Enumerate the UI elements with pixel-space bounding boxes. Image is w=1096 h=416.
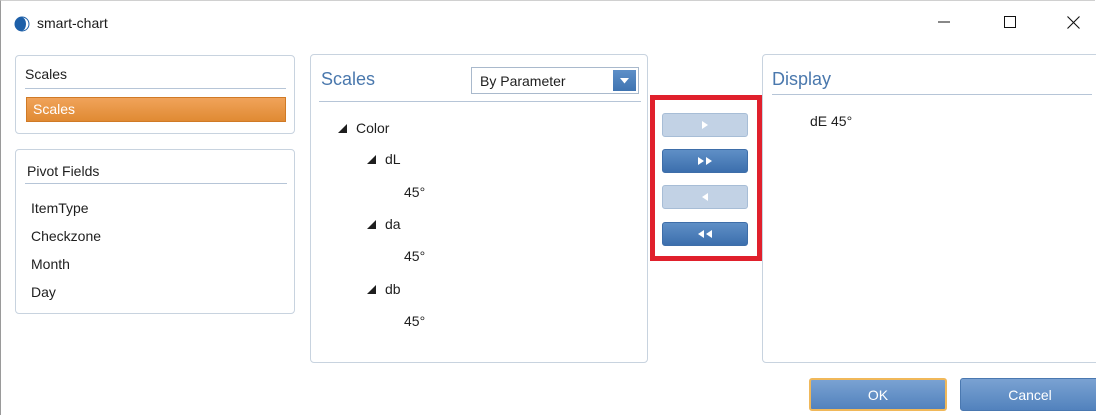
tree-node-label: da xyxy=(385,216,401,232)
scales-tree-panel: Scales By Parameter Color dL 45° da 45° … xyxy=(310,54,648,363)
tree-leaf-label: 45° xyxy=(404,313,426,329)
pivot-fields-heading: Pivot Fields xyxy=(27,163,100,179)
dropdown-toggle[interactable] xyxy=(613,70,636,91)
scales-panel-title: Scales xyxy=(321,69,376,89)
expanded-triangle-icon xyxy=(367,154,376,164)
scales-category-item-selected[interactable]: Scales xyxy=(26,97,286,122)
group-by-dropdown[interactable]: By Parameter xyxy=(471,67,639,94)
cancel-button[interactable]: Cancel xyxy=(960,378,1096,411)
minimize-icon xyxy=(938,21,950,23)
pivot-field-item[interactable]: Day xyxy=(31,282,101,310)
tree-leaf-label: 45° xyxy=(404,248,426,264)
display-list-item[interactable]: dE 45° xyxy=(810,113,852,129)
divider xyxy=(25,88,286,89)
pivot-fields-panel: Pivot Fields ItemType Checkzone Month Da… xyxy=(15,149,295,314)
tree-leaf-da-45[interactable]: 45° xyxy=(404,248,425,264)
divider xyxy=(319,101,641,102)
pivot-fields-list: ItemType Checkzone Month Day xyxy=(31,198,101,310)
chevron-down-icon xyxy=(620,77,629,83)
minimize-button[interactable] xyxy=(921,0,967,44)
maximize-icon xyxy=(1004,16,1016,28)
maximize-button[interactable] xyxy=(987,0,1033,44)
title-bar: smart-chart xyxy=(0,0,1096,44)
tree-node-label: db xyxy=(385,281,401,297)
highlight-annotation xyxy=(650,95,762,261)
scales-category-heading: Scales xyxy=(25,66,68,82)
tree-node-color[interactable]: Color xyxy=(338,120,389,136)
tree-node-label: dL xyxy=(385,151,401,167)
display-panel-title: Display xyxy=(772,69,832,89)
expanded-triangle-icon xyxy=(367,284,376,294)
tree-leaf-db-45[interactable]: 45° xyxy=(404,313,425,329)
window-title: smart-chart xyxy=(37,15,108,31)
ok-button[interactable]: OK xyxy=(809,378,947,411)
scales-category-panel: Scales Scales xyxy=(15,55,295,134)
close-icon xyxy=(1066,15,1080,29)
tree-node-db[interactable]: db xyxy=(367,281,401,297)
pivot-field-item[interactable]: Month xyxy=(31,254,101,282)
tree-node-label: Color xyxy=(356,120,390,136)
expanded-triangle-icon xyxy=(338,123,347,133)
app-logo-icon xyxy=(14,16,30,32)
display-panel: Display dE 45° xyxy=(762,54,1096,363)
tree-leaf-dl-45[interactable]: 45° xyxy=(404,184,425,200)
tree-node-da[interactable]: da xyxy=(367,216,401,232)
close-button[interactable] xyxy=(1050,0,1096,44)
pivot-field-item[interactable]: ItemType xyxy=(31,198,101,226)
expanded-triangle-icon xyxy=(367,219,376,229)
tree-node-dl[interactable]: dL xyxy=(367,151,401,167)
group-by-dropdown-value: By Parameter xyxy=(480,73,566,89)
divider xyxy=(772,94,1092,95)
pivot-field-item[interactable]: Checkzone xyxy=(31,226,101,254)
tree-leaf-label: 45° xyxy=(404,184,426,200)
divider xyxy=(25,183,287,184)
